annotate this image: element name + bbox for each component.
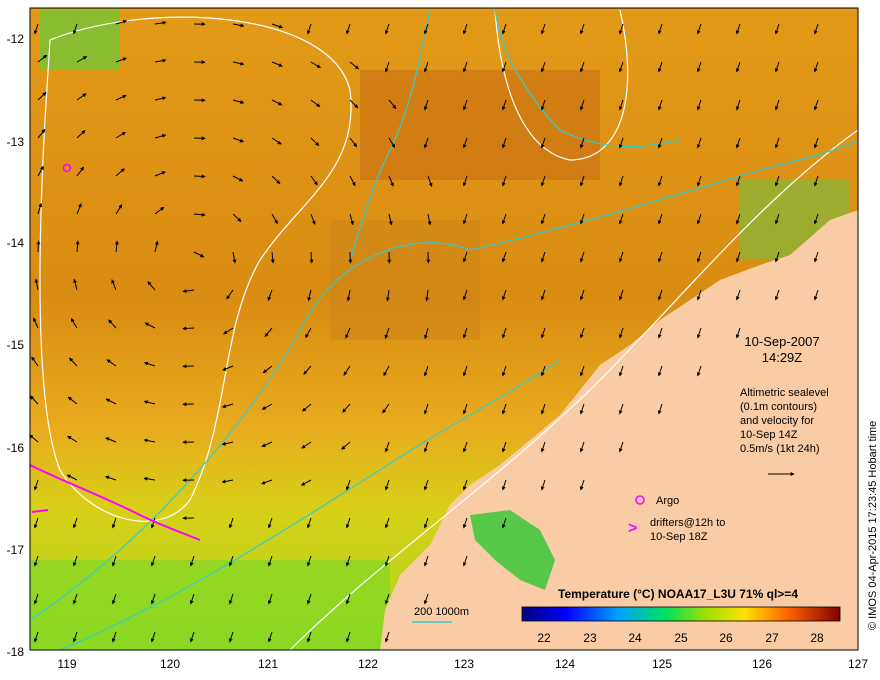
altimetry-line: Altimetric sealevel bbox=[740, 387, 829, 399]
lon-tick: 126 bbox=[752, 657, 772, 671]
lon-tick: 127 bbox=[848, 657, 868, 671]
colorbar-title: Temperature (°C) NOAA17_L3U 71% ql>=4 bbox=[558, 587, 798, 601]
velocity-arrow bbox=[309, 251, 314, 264]
colorbar-tick: 23 bbox=[583, 631, 597, 645]
lat-tick: -16 bbox=[7, 441, 25, 455]
altimetry-line: 10-Sep 14Z bbox=[740, 429, 798, 441]
map-plot-area bbox=[29, 7, 859, 651]
bathymetry-label: 200 1000m bbox=[414, 606, 469, 618]
time-text: 14:29Z bbox=[762, 350, 803, 365]
lon-tick: 122 bbox=[358, 657, 378, 671]
lat-tick: -18 bbox=[7, 645, 25, 659]
warm-patch bbox=[330, 220, 480, 340]
colorbar-tick: 24 bbox=[628, 631, 642, 645]
warm-patch bbox=[360, 70, 600, 180]
date-text: 10-Sep-2007 bbox=[744, 334, 819, 349]
velocity-arrow bbox=[36, 240, 41, 253]
lon-tick: 125 bbox=[652, 657, 672, 671]
lat-tick: -17 bbox=[7, 543, 25, 557]
lat-tick: -12 bbox=[7, 32, 25, 46]
colorbar-tick: 25 bbox=[674, 631, 688, 645]
lon-tick: 121 bbox=[258, 657, 278, 671]
lon-tick: 123 bbox=[454, 657, 474, 671]
colorbar-tick: 26 bbox=[719, 631, 733, 645]
argo-legend-label: Argo bbox=[656, 495, 679, 507]
drifter-legend-icon: > bbox=[628, 520, 637, 537]
longitude-axis: 119 120 121 122 123 124 125 126 127 bbox=[57, 657, 868, 671]
cool-patch bbox=[40, 10, 120, 70]
cool-patch bbox=[30, 560, 390, 650]
altimetry-line: and velocity for bbox=[740, 415, 814, 427]
lon-tick: 120 bbox=[160, 657, 180, 671]
altimetry-line: (0.1m contours) bbox=[740, 401, 817, 413]
altimetry-line: 0.5m/s (1kt 24h) bbox=[740, 443, 819, 455]
velocity-arrow bbox=[193, 174, 206, 179]
drifter-legend-line: 10-Sep 18Z bbox=[650, 531, 708, 543]
lat-tick: -15 bbox=[7, 338, 25, 352]
lat-tick: -14 bbox=[7, 236, 25, 250]
lon-tick: 119 bbox=[57, 657, 76, 671]
velocity-arrow bbox=[348, 251, 353, 264]
lat-tick: -13 bbox=[7, 135, 25, 149]
credit-text: © IMOS 04-Apr-2015 17:23:45 Hobart time bbox=[867, 421, 879, 630]
velocity-arrow bbox=[182, 326, 195, 331]
latitude-axis: -12 -13 -14 -15 -16 -17 -18 bbox=[7, 32, 25, 659]
colorbar-tick: 27 bbox=[765, 631, 779, 645]
drifter-legend-line: drifters@12h to bbox=[650, 517, 725, 529]
colorbar-tick: 22 bbox=[537, 631, 551, 645]
colorbar-gradient bbox=[521, 606, 841, 622]
ocean-temperature-map: 119 120 121 122 123 124 125 126 127 -12 … bbox=[7, 7, 879, 671]
colorbar-tick: 28 bbox=[810, 631, 824, 645]
lon-tick: 124 bbox=[555, 657, 575, 671]
